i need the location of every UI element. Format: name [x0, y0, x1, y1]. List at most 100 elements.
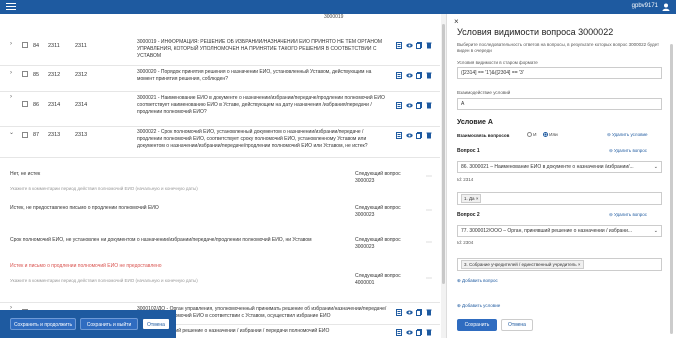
delete-icon[interactable]: [426, 42, 432, 49]
delete-icon[interactable]: [426, 329, 432, 336]
interaction-field[interactable]: A: [457, 98, 662, 110]
list-scrollbar[interactable]: [441, 14, 446, 338]
panel-description: Выберите последовательность ответов на в…: [457, 42, 660, 53]
collapse-chevron-icon[interactable]: ⌄: [9, 129, 14, 136]
expand-chevron-icon[interactable]: ›: [10, 94, 12, 100]
row-number: 85: [33, 72, 40, 78]
save-and-continue-button[interactable]: Сохранить и продолжить: [10, 318, 76, 330]
eye-icon[interactable]: [406, 132, 413, 139]
row-fragment-text: 3000019: [324, 14, 344, 20]
chip-close-icon[interactable]: ×: [476, 196, 479, 201]
condition-icon[interactable]: [396, 42, 402, 49]
radio-and-label: И: [533, 132, 537, 137]
row-number: 84: [33, 43, 40, 49]
condition-icon[interactable]: [396, 102, 402, 109]
radio-or-icon[interactable]: [543, 132, 548, 138]
question-2-label: Вопрос 2: [457, 212, 480, 218]
more-options-icon[interactable]: ⋯: [426, 207, 432, 214]
save-button[interactable]: Сохранить: [457, 319, 497, 331]
question-1-label: Вопрос 1: [457, 148, 480, 154]
panel-scrollbar[interactable]: [670, 44, 673, 334]
row-id: 2312: [48, 72, 61, 78]
delete-question-1-link[interactable]: ⊖ Удалить вопрос: [609, 148, 647, 154]
eye-icon[interactable]: [406, 329, 413, 336]
save-and-exit-button[interactable]: Сохранить и выйти: [80, 318, 138, 330]
row-checkbox[interactable]: [22, 101, 28, 107]
add-condition-link[interactable]: ⊕ Добавить условие: [457, 303, 500, 309]
visibility-conditions-panel: × Условия видимости вопроса 3000022 Выбе…: [447, 14, 676, 338]
eye-icon[interactable]: [406, 72, 413, 79]
condition-icon[interactable]: [396, 329, 402, 336]
row-id: 2313: [48, 132, 61, 138]
radio-and[interactable]: И: [527, 132, 537, 138]
condition-icon[interactable]: [396, 132, 402, 139]
add-condition-label: Добавить условие: [462, 303, 501, 308]
answer-item: Истек и письмо о продлении полномочий ЕИ…: [10, 263, 432, 297]
row-checkbox[interactable]: [22, 132, 28, 138]
answer-hint: Укажите в комментарии период действия по…: [10, 186, 198, 191]
delete-condition-link[interactable]: ⊖ Удалить условие: [607, 132, 648, 138]
close-icon[interactable]: ×: [454, 17, 459, 26]
interaction-label: Взаимодействие условий: [457, 90, 511, 95]
answer-chip-label: 3. Собрание учредителей / единственный у…: [464, 262, 577, 267]
question-2-select-value: 77. 3000012/ООО – Орган, принявший решен…: [461, 228, 633, 234]
bottom-action-bar: Сохранить и продолжить Сохранить и выйти…: [0, 310, 176, 338]
expand-chevron-icon[interactable]: ›: [10, 41, 12, 47]
copy-icon[interactable]: [416, 309, 422, 316]
copy-icon[interactable]: [416, 72, 422, 79]
chip-close-icon[interactable]: ×: [578, 262, 581, 267]
copy-icon[interactable]: [416, 132, 422, 139]
question-2-select[interactable]: 77. 3000012/ООО – Орган, принявший решен…: [457, 225, 662, 237]
next-question-value: 3000023: [355, 177, 375, 184]
eye-icon[interactable]: [406, 42, 413, 49]
delete-condition-label: Удалить условие: [612, 132, 648, 137]
next-question-value: 3000023: [355, 243, 375, 250]
next-question-value: 4000001: [355, 279, 375, 286]
radio-and-icon[interactable]: [527, 132, 532, 138]
hamburger-menu-icon[interactable]: [6, 3, 16, 11]
eye-icon[interactable]: [406, 309, 413, 316]
more-options-icon[interactable]: ⋯: [426, 275, 432, 282]
next-question-label: Следующий вопрос: [355, 237, 401, 243]
row-code: 2312: [75, 72, 88, 78]
table-row[interactable]: › 84 2311 2311 3000019 - ИНФОРМАЦИЯ: РЕШ…: [0, 36, 440, 66]
copy-icon[interactable]: [416, 102, 422, 109]
answer-chip[interactable]: 3. Собрание учредителей / единственный у…: [461, 260, 584, 269]
row-checkbox[interactable]: [22, 71, 28, 77]
delete-icon[interactable]: [426, 132, 432, 139]
condition-icon[interactable]: [396, 72, 402, 79]
question-1-select[interactable]: 86. 3000021 – Наименование ЕИО в докумен…: [457, 161, 662, 173]
answer-chip[interactable]: 1. Да ×: [461, 194, 482, 203]
delete-question-2-link[interactable]: ⊖ Удалить вопрос: [609, 212, 647, 218]
answer-item: Истек, не предоставлено письмо о продлен…: [10, 205, 432, 229]
panel-cancel-button[interactable]: Отмена: [501, 319, 533, 331]
answer-chip-label: 1. Да: [464, 196, 475, 201]
add-question-label: Добавить вопрос: [462, 278, 498, 283]
next-question-label: Следующий вопрос: [355, 273, 401, 279]
question-1-answers[interactable]: 1. Да ×: [457, 192, 662, 205]
more-options-icon[interactable]: ⋯: [426, 173, 432, 180]
table-row[interactable]: › 85 2312 2312 3000020 - Порядок приняти…: [0, 66, 440, 92]
radio-or-label: Или: [549, 132, 558, 137]
row-question-text: 3000022 - Срок полномочий ЕИО, установле…: [137, 129, 368, 149]
copy-icon[interactable]: [416, 329, 422, 336]
radio-or[interactable]: Или: [543, 132, 558, 138]
expand-chevron-icon[interactable]: ›: [10, 70, 12, 76]
condition-icon[interactable]: [396, 309, 402, 316]
old-format-field[interactable]: ([2314] == '1')&([2304] == '3': [457, 67, 662, 79]
delete-icon[interactable]: [426, 102, 432, 109]
row-checkbox[interactable]: [22, 42, 28, 48]
user-icon[interactable]: [662, 3, 670, 11]
add-question-link[interactable]: ⊕ Добавить вопрос: [457, 278, 498, 284]
panel-title: Условия видимости вопроса 3000022: [457, 27, 614, 37]
delete-icon[interactable]: [426, 309, 432, 316]
cancel-button[interactable]: Отмена: [142, 318, 170, 330]
table-row[interactable]: › 86 2314 2314 3000021 - Наименование ЕИ…: [0, 92, 440, 127]
user-name[interactable]: gpbv9171: [632, 3, 658, 9]
next-question-value: 3000023: [355, 211, 375, 218]
eye-icon[interactable]: [406, 102, 413, 109]
more-options-icon[interactable]: ⋯: [426, 239, 432, 246]
delete-icon[interactable]: [426, 72, 432, 79]
copy-icon[interactable]: [416, 42, 422, 49]
question-2-answers[interactable]: 3. Собрание учредителей / единственный у…: [457, 258, 662, 271]
